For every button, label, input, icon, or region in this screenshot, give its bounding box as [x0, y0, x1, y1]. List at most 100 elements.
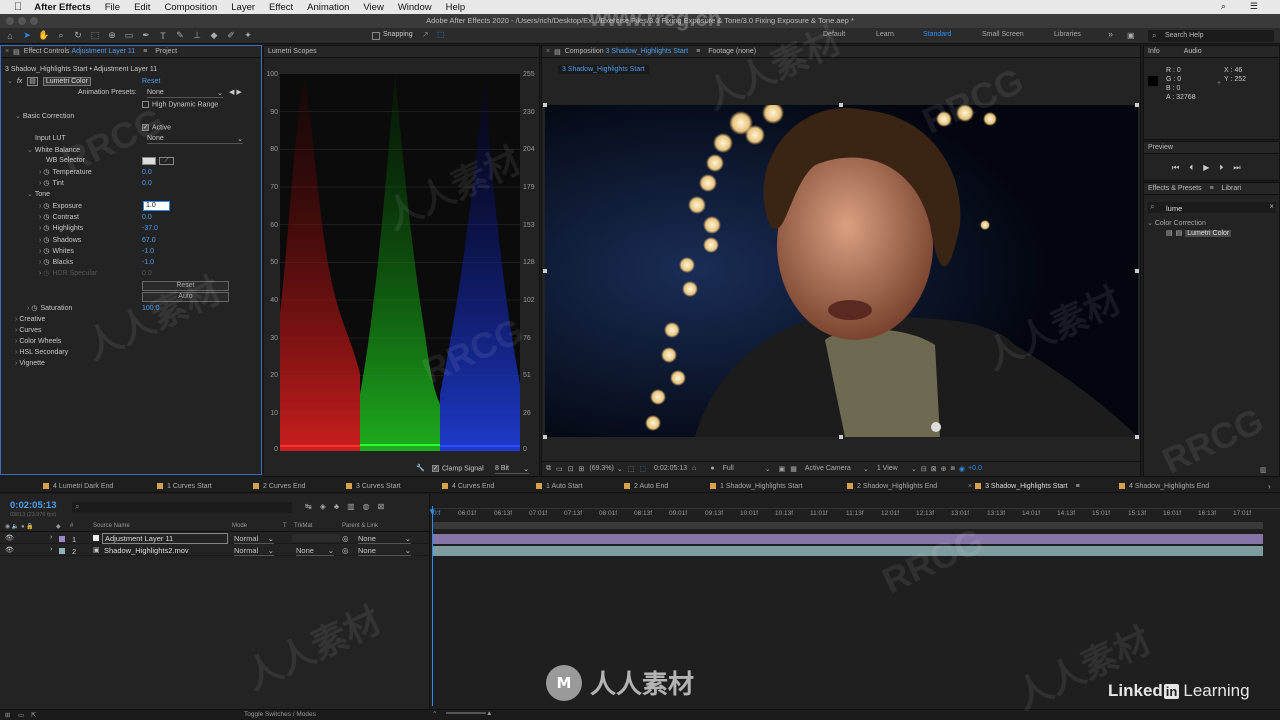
- fast-previews-icon[interactable]: ▣: [779, 465, 786, 473]
- saturation-value[interactable]: 100.0: [142, 305, 160, 312]
- hsl-secondary-twirl-icon[interactable]: ›: [15, 349, 17, 356]
- stopwatch-icon[interactable]: ◷: [43, 237, 49, 244]
- blend-mode-select[interactable]: Normal ⌄: [234, 546, 274, 556]
- roto-brush-tool-icon[interactable]: ✐: [224, 30, 238, 42]
- timeline-tab[interactable]: 4 Shadow_Highlights End: [1119, 483, 1209, 490]
- stopwatch-icon[interactable]: ◷: [43, 225, 49, 232]
- parent-select[interactable]: None ⌄: [358, 546, 411, 556]
- footage-tab[interactable]: Footage (none): [708, 48, 756, 55]
- timeline-tab[interactable]: 2 Curves End: [253, 483, 305, 490]
- timeline-tab[interactable]: 1 Auto Start: [536, 483, 583, 490]
- exposure-icon[interactable]: ◉: [959, 465, 965, 473]
- playhead-line[interactable]: [432, 506, 433, 706]
- flowchart-icon[interactable]: ⊕: [941, 465, 947, 473]
- preview-tab[interactable]: Preview: [1148, 144, 1173, 151]
- creative-section[interactable]: Creative: [19, 316, 45, 323]
- camera-select[interactable]: Active Camera ⌄: [805, 465, 869, 473]
- menu-animation[interactable]: Animation: [307, 2, 349, 13]
- timeline-tab[interactable]: 2 Auto End: [624, 483, 668, 490]
- layer-label-color[interactable]: [59, 548, 65, 554]
- white-balance-twirl-icon[interactable]: ⌄: [27, 147, 33, 154]
- project-tab[interactable]: Project: [155, 48, 177, 55]
- motion-blur-icon[interactable]: ◍: [363, 502, 370, 511]
- transform-handle[interactable]: [543, 103, 547, 107]
- search-help-field[interactable]: ⌕ Search Help: [1148, 30, 1274, 42]
- close-tab-icon[interactable]: ×: [968, 483, 972, 490]
- lock-icon[interactable]: ▤: [13, 48, 20, 56]
- blacks-twirl-icon[interactable]: ›: [39, 259, 41, 266]
- layer-label-color[interactable]: [59, 536, 65, 542]
- tone-reset-button[interactable]: Reset: [142, 281, 229, 291]
- layer-row[interactable]: 👁 › 1 Adjustment Layer 11 Normal ⌄ ◎ None…: [0, 533, 430, 544]
- saturation-twirl-icon[interactable]: ›: [27, 305, 29, 312]
- timeline-tab[interactable]: 3 Curves Start: [346, 483, 401, 490]
- rectangle-tool-icon[interactable]: ▭: [122, 30, 136, 42]
- menu-effect[interactable]: Effect: [269, 2, 293, 13]
- info-tab[interactable]: Info: [1148, 48, 1160, 55]
- stopwatch-icon[interactable]: ◷: [31, 305, 37, 312]
- vignette-twirl-icon[interactable]: ›: [15, 360, 17, 367]
- effect-lumetri-color-item[interactable]: Lumetri Color: [1185, 230, 1232, 237]
- scope-settings-icon[interactable]: 🔧: [416, 464, 425, 472]
- transform-handle[interactable]: [543, 269, 547, 273]
- draft-3d-icon[interactable]: ⊠: [931, 465, 937, 473]
- type-tool-icon[interactable]: T: [156, 30, 170, 42]
- zoom-select[interactable]: (69.3%): [589, 465, 614, 472]
- workspace-overflow-icon[interactable]: »: [1108, 29, 1113, 39]
- highlights-twirl-icon[interactable]: ›: [39, 225, 41, 232]
- close-panel-icon[interactable]: ×: [546, 48, 550, 55]
- bit-depth-select[interactable]: 8 Bit ⌄: [495, 465, 529, 474]
- stopwatch-icon[interactable]: ◷: [43, 259, 49, 266]
- brush-tool-icon[interactable]: ✎: [173, 30, 187, 42]
- work-area-bar[interactable]: [433, 522, 1263, 529]
- time-ruler[interactable]: 0:f 06:01f 06:13f 07:01f 07:13f 08:01f 0…: [431, 510, 1280, 520]
- zoom-out-icon[interactable]: ⌃: [432, 710, 437, 718]
- camera-snapshot-icon[interactable]: ⌂: [692, 465, 696, 472]
- shadows-twirl-icon[interactable]: ›: [39, 237, 41, 244]
- timeline-tab[interactable]: 4 Curves End: [442, 483, 494, 490]
- grid-icon[interactable]: ⊞: [579, 465, 585, 473]
- composition-tab[interactable]: Composition: [565, 48, 604, 55]
- toggle-switches-modes[interactable]: Toggle Switches / Modes: [244, 711, 316, 718]
- basic-correction-twirl-icon[interactable]: ⌄: [15, 113, 21, 120]
- selection-tool-icon[interactable]: ➤: [20, 30, 34, 42]
- visibility-icon[interactable]: 👁: [5, 534, 14, 542]
- close-window-button[interactable]: [6, 17, 14, 25]
- render-time-icon[interactable]: ▭: [18, 711, 24, 719]
- timeline-tab[interactable]: 2 Shadow_Highlights End: [847, 483, 937, 490]
- tint-twirl-icon[interactable]: ›: [39, 180, 41, 187]
- stopwatch-icon[interactable]: ◷: [43, 203, 49, 210]
- fx-icon[interactable]: fx: [17, 78, 22, 85]
- comp-viewer-frame[interactable]: [545, 105, 1138, 437]
- panel-menu-icon[interactable]: ≡: [696, 48, 700, 55]
- workspace-default[interactable]: Default: [823, 31, 845, 38]
- color-channel-icon[interactable]: ●: [710, 465, 714, 472]
- comp-settings-icon[interactable]: ⊞: [5, 711, 10, 719]
- previous-frame-icon[interactable]: ⏴: [1189, 163, 1193, 173]
- apple-icon[interactable]: : [14, 1, 22, 13]
- menu-edit[interactable]: Edit: [134, 2, 150, 13]
- vignette-section[interactable]: Vignette: [19, 360, 45, 367]
- toggle-view-icon[interactable]: ⊟: [921, 465, 927, 473]
- transform-handle[interactable]: [543, 435, 547, 439]
- comp-timecode[interactable]: 0:02:05:13: [654, 465, 687, 472]
- blacks-value[interactable]: -1.0: [142, 259, 154, 266]
- panel-menu-icon[interactable]: ≡: [143, 48, 147, 55]
- menu-window[interactable]: Window: [398, 2, 432, 13]
- region-icon[interactable]: ⬚: [639, 465, 646, 473]
- close-panel-icon[interactable]: ×: [5, 48, 9, 55]
- layer-bar-adjustment[interactable]: [433, 534, 1263, 544]
- pickwhip-icon[interactable]: ◎: [342, 534, 349, 543]
- flowchart-view-icon[interactable]: ⧈: [950, 465, 954, 473]
- parent-select[interactable]: None ⌄: [358, 534, 411, 544]
- shy-layers-icon[interactable]: ♣: [334, 502, 339, 511]
- first-frame-icon[interactable]: ⏮: [1172, 163, 1179, 173]
- tone-twirl-icon[interactable]: ⌄: [27, 191, 33, 198]
- effect-reset-link[interactable]: Reset: [142, 78, 160, 85]
- transform-handle[interactable]: [839, 435, 843, 439]
- zoom-tool-icon[interactable]: ⌕: [54, 30, 68, 42]
- tint-value[interactable]: 0.0: [142, 180, 152, 187]
- puppet-tool-icon[interactable]: ✦: [241, 30, 255, 42]
- monitor-icon[interactable]: ▭: [556, 465, 563, 473]
- effects-presets-tab[interactable]: Effects & Presets: [1148, 185, 1202, 192]
